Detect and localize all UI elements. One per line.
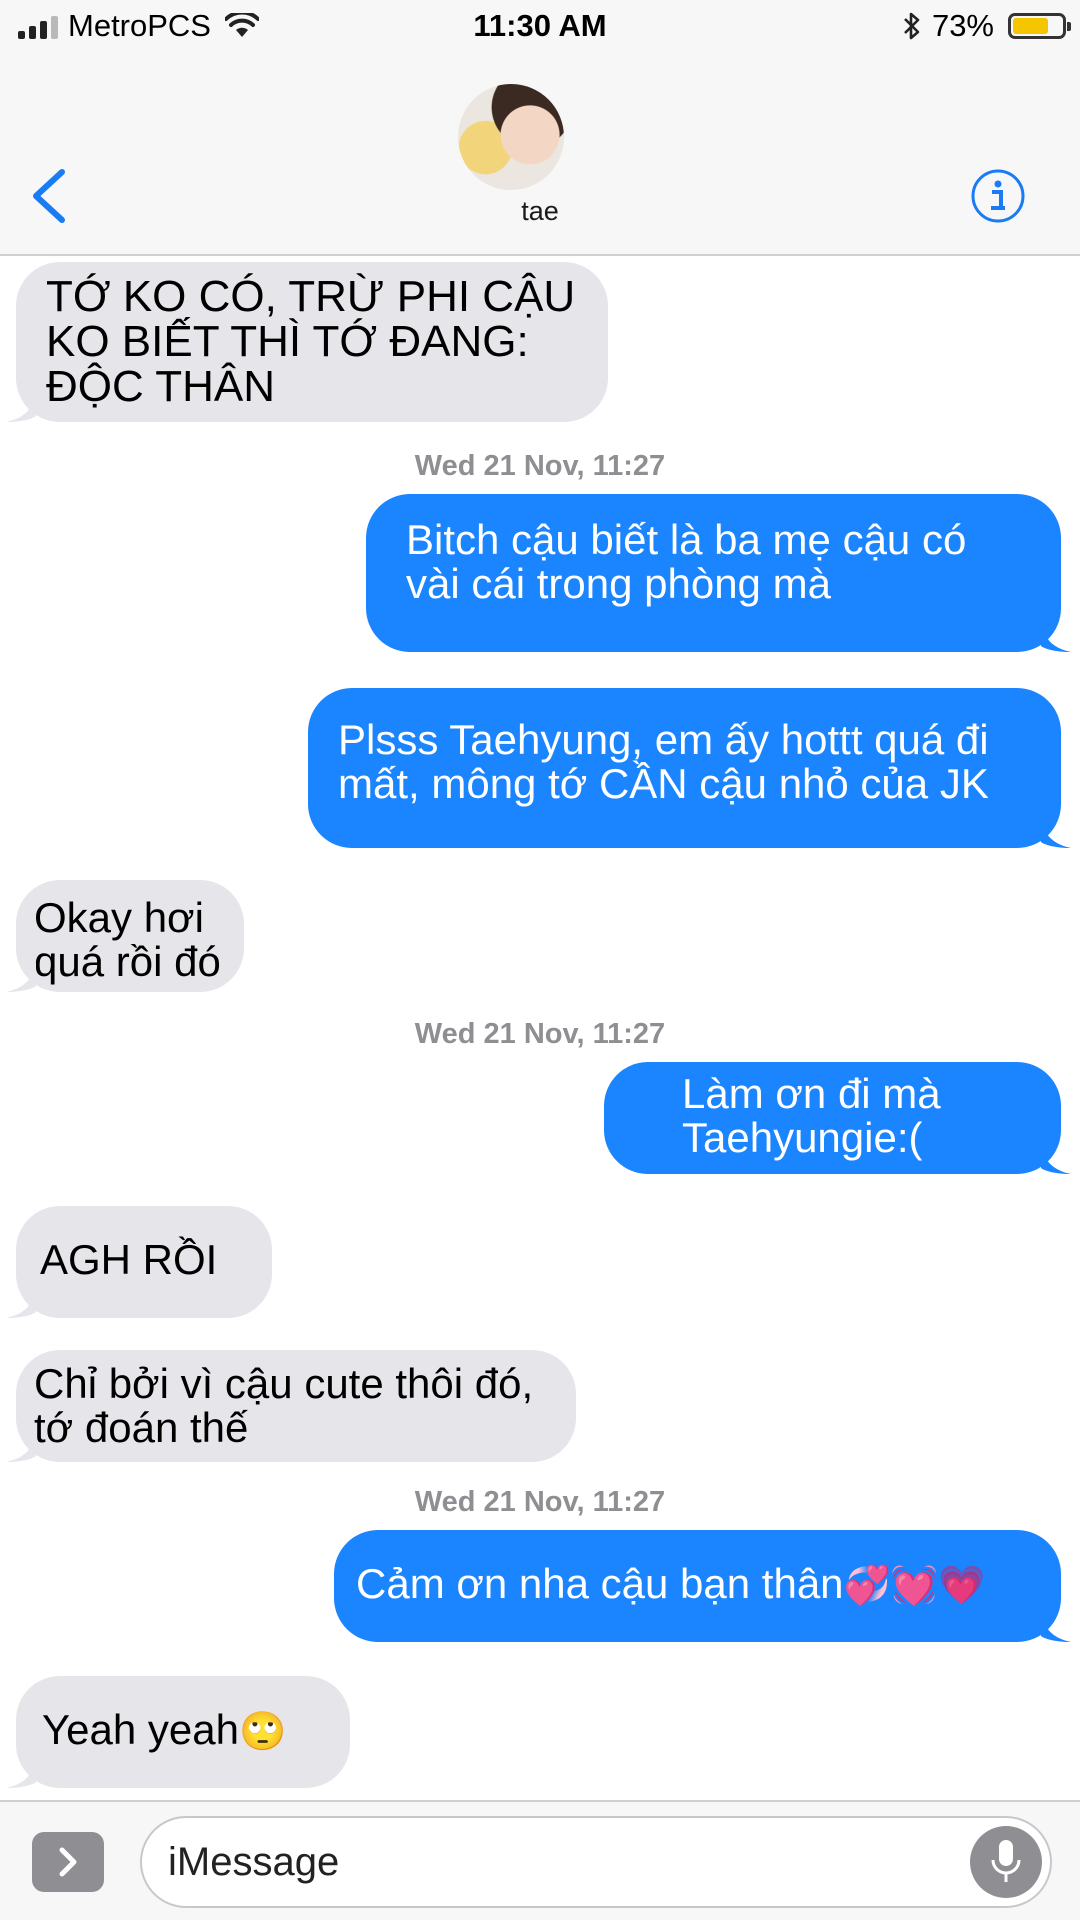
bubble-tail xyxy=(1041,616,1071,652)
message-text: Làm ơn đi mà Taehyungie:( xyxy=(682,1070,941,1161)
compose-bar: iMessage xyxy=(0,1800,1080,1920)
microphone-icon xyxy=(991,1840,1021,1882)
message-text: Okay hơi quá rồi đó xyxy=(34,894,221,985)
message-bubble-received[interactable]: AGH RỒI xyxy=(6,1206,272,1318)
status-left: MetroPCS xyxy=(18,8,259,44)
message-bubble-received[interactable]: Okay hơi quá rồi đó xyxy=(6,880,244,992)
eye-roll-emoji-icon: 🙄 xyxy=(238,1711,287,1753)
timestamp: Wed 21 Nov, 11:27 xyxy=(414,1018,666,1050)
message-bubble-received[interactable]: TỚ KO CÓ, TRỪ PHI CẬU KO BIẾT THÌ TỚ ĐAN… xyxy=(6,262,608,422)
status-bar: MetroPCS 11:30 AM 73% xyxy=(0,0,1080,56)
message-text: Plsss Taehyung, em ấy hottt quá đi mất, … xyxy=(338,716,989,807)
conversation-header: tae xyxy=(0,56,1080,256)
bubble-tail xyxy=(1041,1138,1071,1174)
hearts-emoji-icon: 💞💓💗 xyxy=(843,1565,986,1607)
message-text: TỚ KO CÓ, TRỪ PHI CẬU KO BIẾT THÌ TỚ ĐAN… xyxy=(46,272,576,411)
chevron-right-icon xyxy=(59,1847,77,1877)
battery-level xyxy=(1013,18,1048,34)
battery-percent: 73% xyxy=(931,8,994,43)
bubble-tail xyxy=(6,956,36,992)
message-bubble-sent[interactable]: Cảm ơn nha cậu bạn thân💞💓💗 xyxy=(334,1530,1071,1642)
message-bubble-sent[interactable]: Bitch cậu biết là ba mẹ cậu có vài cái t… xyxy=(366,494,1071,652)
message-text: Chỉ bởi vì cậu cute thôi đó, tớ đoán thế xyxy=(34,1360,534,1451)
message-bubble-sent[interactable]: Plsss Taehyung, em ấy hottt quá đi mất, … xyxy=(308,688,1071,848)
bubble-tail xyxy=(1041,812,1071,848)
message-text: Bitch cậu biết là ba mẹ cậu có vài cái t… xyxy=(406,516,967,607)
message-bubble-received[interactable]: Yeah yeah🙄 xyxy=(6,1676,350,1788)
timestamp: Wed 21 Nov, 11:27 xyxy=(414,450,666,482)
bubble-tail xyxy=(6,1752,36,1788)
message-bubble-sent[interactable]: Làm ơn đi mà Taehyungie:( xyxy=(604,1062,1071,1174)
message-text: Yeah yeah xyxy=(42,1706,239,1753)
message-input-placeholder: iMessage xyxy=(168,1840,340,1884)
message-input[interactable]: iMessage xyxy=(140,1816,1052,1908)
message-bubble-received[interactable]: Chỉ bởi vì cậu cute thôi đó, tớ đoán thế xyxy=(6,1350,576,1462)
message-text: AGH RỒI xyxy=(40,1236,218,1283)
mic-button[interactable] xyxy=(970,1826,1042,1898)
battery-icon xyxy=(1008,13,1071,39)
bluetooth-icon xyxy=(904,12,920,40)
bubble-tail xyxy=(6,1282,36,1318)
bubble-tail xyxy=(1041,1606,1071,1642)
avatar[interactable] xyxy=(458,84,564,190)
wifi-icon xyxy=(224,13,259,37)
signal-bars-icon xyxy=(18,13,58,39)
bubble-tail xyxy=(6,386,36,422)
info-icon[interactable] xyxy=(970,168,1026,224)
status-right: 73% xyxy=(902,8,1071,44)
message-text: Cảm ơn nha cậu bạn thân xyxy=(356,1560,844,1607)
bubble-tail xyxy=(6,1426,36,1462)
timestamp: Wed 21 Nov, 11:27 xyxy=(414,1486,666,1518)
contact-name[interactable]: tae xyxy=(0,196,1080,227)
carrier-name: MetroPCS xyxy=(68,8,211,43)
apps-button[interactable] xyxy=(32,1832,104,1892)
